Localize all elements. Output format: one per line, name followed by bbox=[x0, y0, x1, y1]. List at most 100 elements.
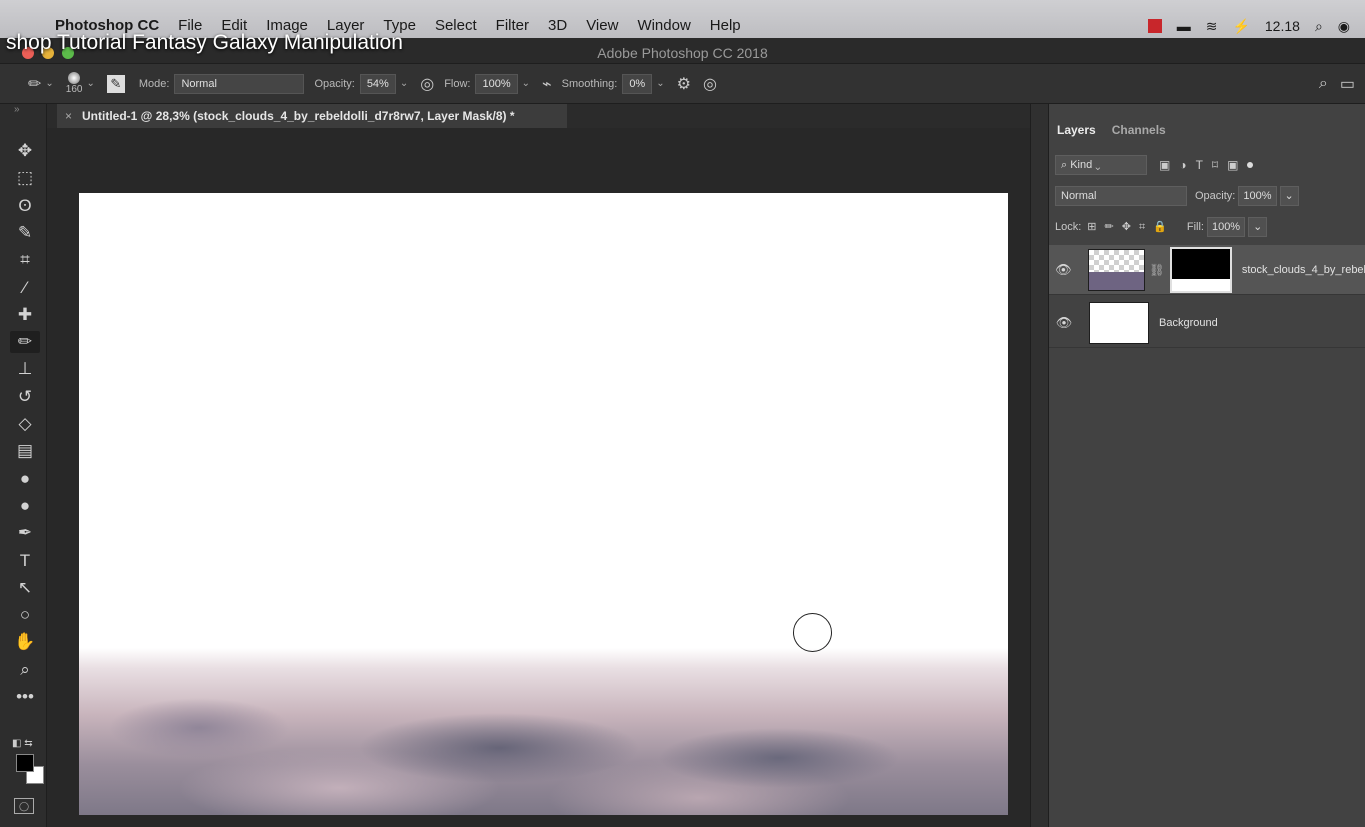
pen-tool[interactable]: ✒ bbox=[10, 522, 40, 544]
brush-size-picker[interactable]: 160 bbox=[65, 72, 83, 95]
lock-options-icons[interactable]: ⊞✏✥⌗🔒 bbox=[1087, 220, 1175, 234]
close-document-icon[interactable]: × bbox=[65, 109, 72, 123]
filter-kind-select[interactable]: ⌕ Kind ⌄ bbox=[1055, 155, 1147, 175]
mode-value: Normal bbox=[181, 77, 217, 90]
opacity-input[interactable]: 54% bbox=[359, 73, 396, 94]
lasso-tool[interactable]: ʘ bbox=[10, 195, 40, 217]
type-tool[interactable]: T bbox=[10, 550, 40, 572]
layer-name: Background bbox=[1159, 316, 1218, 329]
layer-thumbnail bbox=[1087, 248, 1146, 291]
quick-mask-icon[interactable]: ◯ bbox=[14, 798, 34, 814]
menu-status-area: ▬ ≋ ⚡ 12.18 ⌕ ◉ bbox=[1147, 16, 1365, 36]
visibility-eye-icon[interactable]: 👁 bbox=[1049, 315, 1079, 331]
siri-icon[interactable]: ◉ bbox=[1338, 18, 1350, 35]
document-tab[interactable]: × Untitled-1 @ 28,3% (stock_clouds_4_by_r… bbox=[57, 104, 567, 128]
fill-input[interactable]: 100% bbox=[1206, 217, 1246, 237]
battery-icon[interactable]: ⚡ bbox=[1232, 18, 1249, 35]
search-icon[interactable]: ⌕ bbox=[1319, 75, 1328, 93]
quick-selection-tool[interactable]: ✎ bbox=[10, 222, 40, 244]
brush-size-label: 160 bbox=[65, 84, 83, 95]
menu-filter[interactable]: Filter bbox=[496, 17, 529, 34]
smoothing-label: Smoothing: bbox=[561, 77, 618, 90]
filter-type-icons[interactable]: ▣◑T⌑▣ bbox=[1159, 158, 1247, 172]
mode-select[interactable]: Normal bbox=[174, 73, 305, 94]
smoothing-input[interactable]: 0% bbox=[622, 73, 653, 94]
zoom-tool[interactable]: ⌕ bbox=[10, 659, 40, 681]
chevron-down-icon[interactable]: ⌄ bbox=[656, 78, 664, 89]
layer-opacity-label: Opacity: bbox=[1195, 190, 1236, 202]
blend-mode-select[interactable]: Normal bbox=[1055, 186, 1187, 206]
wifi-icon[interactable]: ≋ bbox=[1206, 18, 1218, 35]
move-tool[interactable]: ✥ bbox=[10, 140, 40, 162]
chevron-down-icon[interactable]: ⌄ bbox=[86, 78, 94, 89]
pressure-opacity-icon[interactable]: ◎ bbox=[420, 74, 434, 94]
chevron-down-icon[interactable]: ⌄ bbox=[45, 78, 53, 89]
history-brush-tool[interactable]: ↺ bbox=[10, 386, 40, 408]
menu-help[interactable]: Help bbox=[710, 17, 741, 34]
layer-name: stock_clouds_4_by_rebel bbox=[1241, 263, 1365, 276]
document-canvas[interactable] bbox=[79, 193, 1008, 815]
menu-select[interactable]: Select bbox=[435, 17, 477, 34]
collapse-toolbar-icon[interactable]: » bbox=[14, 104, 20, 115]
crop-tool[interactable]: ⌗ bbox=[10, 249, 40, 271]
healing-brush-tool[interactable]: ✚ bbox=[10, 304, 40, 326]
blur-tool[interactable]: ● bbox=[10, 468, 40, 490]
spotlight-search-icon[interactable]: ⌕ bbox=[1315, 18, 1323, 35]
edit-toolbar[interactable]: ••• bbox=[10, 686, 40, 708]
blend-mode-value: Normal bbox=[1061, 190, 1097, 202]
workspace-switcher-icon[interactable]: ▭ bbox=[1340, 74, 1355, 94]
brush-tip-icon bbox=[68, 72, 81, 84]
chevron-down-icon[interactable]: ⌄ bbox=[400, 78, 408, 89]
tools-panel: » ✥ ⬚ ʘ ✎ ⌗ ⁄ ✚ ✏ ⊥ ↺ ◇ ▤ ● ● ✒ T ↖ ○ ✋ ⌕ ••• ◧ ⇆ ◯ bbox=[0, 104, 47, 827]
smoothing-settings-gear-icon[interactable]: ⚙ bbox=[677, 74, 691, 94]
chevron-down-icon[interactable]: ⌄ bbox=[1248, 217, 1268, 237]
filter-toggle-icon[interactable] bbox=[1247, 162, 1254, 168]
flow-label: Flow: bbox=[444, 77, 471, 90]
clock[interactable]: 12.18 bbox=[1265, 18, 1300, 34]
foreground-color-swatch[interactable] bbox=[16, 754, 34, 772]
eraser-tool[interactable]: ◇ bbox=[10, 413, 40, 435]
layer-row-background[interactable]: 👁 Background bbox=[1049, 298, 1365, 348]
tool-options-bar: ✏ ⌄ 160 ⌄ ✎ Mode: Normal Opacity: 54% ⌄ … bbox=[0, 64, 1365, 104]
flow-input[interactable]: 100% bbox=[475, 73, 518, 94]
blend-row: Normal Opacity: 100% ⌄ bbox=[1055, 185, 1299, 207]
chevron-down-icon[interactable]: ⌄ bbox=[1279, 186, 1299, 206]
tab-channels[interactable]: Channels bbox=[1104, 116, 1174, 144]
display-icon[interactable]: ▬ bbox=[1177, 18, 1191, 34]
hand-tool[interactable]: ✋ bbox=[10, 631, 40, 653]
video-title-overlay: shop Tutorial Fantasy Galaxy Manipulatio… bbox=[6, 31, 403, 54]
marquee-tool[interactable]: ⬚ bbox=[10, 167, 40, 189]
lock-row: Lock: ⊞✏✥⌗🔒 Fill: 100% ⌄ bbox=[1055, 216, 1268, 238]
eyedropper-tool[interactable]: ⁄ bbox=[10, 277, 40, 299]
layer-row-clouds[interactable]: 👁 ⛓ stock_clouds_4_by_rebel bbox=[1049, 245, 1365, 295]
gradient-tool[interactable]: ▤ bbox=[10, 440, 40, 462]
record-indicator-icon[interactable] bbox=[1147, 19, 1162, 33]
brush-cursor bbox=[793, 613, 832, 652]
menu-3d[interactable]: 3D bbox=[548, 17, 567, 34]
layers-panel: Layers Channels ⌕ Kind ⌄ ▣◑T⌑▣ Normal Op… bbox=[1048, 104, 1365, 827]
default-colors-icon[interactable]: ◧ ⇆ bbox=[12, 738, 33, 749]
ellipse-tool[interactable]: ○ bbox=[10, 604, 40, 626]
mode-label: Mode: bbox=[138, 77, 170, 90]
layer-filter-row: ⌕ Kind ⌄ ▣◑T⌑▣ bbox=[1055, 154, 1254, 176]
brush-tool[interactable]: ✏ bbox=[10, 331, 40, 354]
menu-view[interactable]: View bbox=[586, 17, 618, 34]
airbrush-icon[interactable]: ⌁ bbox=[542, 74, 552, 94]
layer-thumbnail bbox=[1089, 301, 1149, 344]
path-selection-tool[interactable]: ↖ bbox=[10, 577, 40, 599]
brush-panel-toggle-icon[interactable]: ✎ bbox=[106, 74, 125, 93]
visibility-eye-icon[interactable]: 👁 bbox=[1049, 262, 1078, 278]
brush-preset-icon[interactable]: ✏ bbox=[28, 74, 41, 94]
pressure-size-icon[interactable]: ◎ bbox=[703, 74, 717, 94]
clone-stamp-tool[interactable]: ⊥ bbox=[10, 358, 40, 380]
menu-window[interactable]: Window bbox=[637, 17, 690, 34]
fill-label: Fill: bbox=[1186, 221, 1204, 233]
clouds-image bbox=[79, 648, 1008, 815]
mask-link-icon[interactable]: ⛓ bbox=[1149, 263, 1164, 277]
chevron-down-icon[interactable]: ⌄ bbox=[522, 78, 530, 89]
layer-opacity-input[interactable]: 100% bbox=[1238, 186, 1277, 206]
document-tab-title: Untitled-1 @ 28,3% (stock_clouds_4_by_re… bbox=[82, 109, 515, 123]
tab-layers[interactable]: Layers bbox=[1049, 116, 1104, 144]
dodge-tool[interactable]: ● bbox=[10, 495, 40, 517]
layer-mask-thumbnail[interactable] bbox=[1170, 246, 1232, 293]
